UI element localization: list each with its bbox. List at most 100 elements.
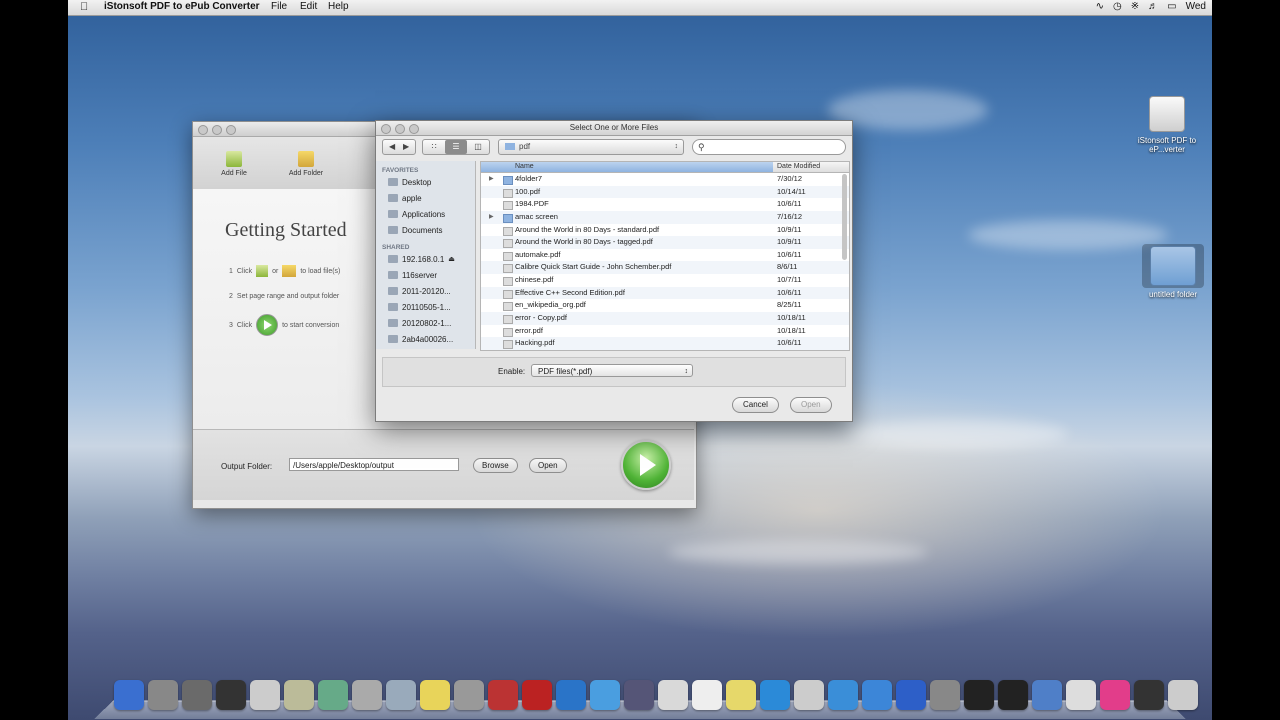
file-row[interactable]: Calibre Quick Start Guide - John Schembe…: [481, 261, 849, 275]
file-row[interactable]: automake.pdf 10/6/11: [481, 249, 849, 262]
sidebar-item-label: 2ab4a00026...: [402, 334, 454, 344]
dashboard-icon[interactable]: [216, 680, 246, 710]
automator-icon[interactable]: [454, 680, 484, 710]
disclosure-triangle-icon[interactable]: ▶: [489, 211, 494, 224]
notes-icon[interactable]: [726, 680, 756, 710]
messages-icon[interactable]: [590, 680, 620, 710]
file-row[interactable]: Around the World in 80 Days - tagged.pdf…: [481, 236, 849, 249]
winner-icon[interactable]: [1134, 680, 1164, 710]
file-row[interactable]: 1984.PDF 10/6/11: [481, 198, 849, 211]
app-icon[interactable]: [1100, 680, 1130, 710]
preview2-icon[interactable]: [794, 680, 824, 710]
sidebar-item-apple[interactable]: apple: [376, 190, 475, 206]
minimize-icon[interactable]: [212, 125, 222, 135]
location-popup[interactable]: pdf ↕: [498, 139, 684, 155]
safari-icon[interactable]: [828, 680, 858, 710]
zoom-icon[interactable]: [226, 125, 236, 135]
sidebar-item-documents[interactable]: Documents: [376, 222, 475, 238]
photo-icon[interactable]: [318, 680, 348, 710]
open-folder-button[interactable]: Open: [529, 458, 567, 473]
preview-icon[interactable]: [386, 680, 416, 710]
convert-play-button[interactable]: [621, 440, 671, 490]
sidebar-item-applications[interactable]: Applications: [376, 206, 475, 222]
menu-help[interactable]: Help: [328, 1, 349, 12]
disclosure-triangle-icon[interactable]: ▶: [489, 173, 494, 186]
desktop-folder[interactable]: untitled folder: [1142, 244, 1204, 299]
open-button[interactable]: Open: [790, 397, 832, 413]
calendar-icon[interactable]: [658, 680, 688, 710]
back-forward-buttons[interactable]: ◀ ▶: [382, 139, 416, 155]
sidebar-item-shared-3[interactable]: 2011-20120...: [376, 283, 475, 299]
search-field[interactable]: ⚲: [692, 139, 846, 155]
sidebar-item-shared-4[interactable]: 20110505-1...: [376, 299, 475, 315]
cancel-button[interactable]: Cancel: [732, 397, 779, 413]
mission-control-icon[interactable]: [182, 680, 212, 710]
column-view-icon[interactable]: ◫: [467, 140, 489, 154]
menu-edit[interactable]: Edit: [300, 1, 317, 12]
battery-icon[interactable]: ▭: [1167, 1, 1176, 12]
file-row[interactable]: Hacking.pdf 10/6/11: [481, 337, 849, 350]
finder-icon[interactable]: [114, 680, 144, 710]
utility-icon[interactable]: [250, 680, 280, 710]
volume-icon[interactable]: ♬: [1148, 1, 1158, 12]
xcode-icon[interactable]: [1032, 680, 1062, 710]
itunes-icon[interactable]: [896, 680, 926, 710]
date-column-header[interactable]: Date Modified: [777, 162, 820, 172]
terminal-icon[interactable]: [964, 680, 994, 710]
add-folder-button[interactable]: Add Folder: [281, 151, 331, 177]
file-row[interactable]: error.pdf 10/18/11: [481, 325, 849, 338]
back-arrow-icon[interactable]: ◀: [389, 140, 395, 154]
appstore-icon[interactable]: [862, 680, 892, 710]
bluetooth-icon[interactable]: ※: [1131, 1, 1139, 12]
add-file-button[interactable]: Add File: [209, 151, 259, 177]
clock[interactable]: Wed: [1186, 1, 1206, 12]
sidebar-item-shared-5[interactable]: 20120802-1...: [376, 315, 475, 331]
wifi-icon[interactable]: ∿: [1096, 1, 1104, 12]
system-prefs-icon[interactable]: [930, 680, 960, 710]
file-row[interactable]: ▶ 4folder7 7/30/12: [481, 173, 849, 186]
eject-icon[interactable]: ⏏: [448, 255, 455, 263]
file-row[interactable]: Around the World in 80 Days - standard.p…: [481, 224, 849, 237]
photobooth-icon[interactable]: [522, 680, 552, 710]
file-list-scrollbar[interactable]: [842, 174, 847, 260]
forward-arrow-icon[interactable]: ▶: [403, 140, 409, 154]
file-row[interactable]: Effective C++ Second Edition.pdf 10/6/11: [481, 286, 849, 300]
file-row[interactable]: en_wikipedia_org.pdf 8/25/11: [481, 299, 849, 312]
network-icon[interactable]: [760, 680, 790, 710]
facetime-icon[interactable]: [624, 680, 654, 710]
textedit-icon[interactable]: [692, 680, 722, 710]
sidebar-item-shared-2[interactable]: 116server: [376, 267, 475, 283]
sidebar-item-desktop[interactable]: Desktop: [376, 174, 475, 190]
icon-view-icon[interactable]: ∷: [423, 140, 445, 154]
name-column-header[interactable]: Name: [481, 162, 773, 172]
output-folder-field[interactable]: /Users/apple/Desktop/output: [289, 458, 459, 471]
help-icon[interactable]: [352, 680, 382, 710]
istonsoft-icon[interactable]: [1168, 680, 1198, 710]
file-row[interactable]: error - Copy.pdf 10/18/11: [481, 312, 849, 325]
browse-button[interactable]: Browse: [473, 458, 518, 473]
desktop-drive[interactable]: iStonsoft PDF to eP...verter: [1136, 96, 1198, 154]
stickies-icon[interactable]: [420, 680, 450, 710]
star-icon[interactable]: [284, 680, 314, 710]
menu-file[interactable]: File: [271, 1, 287, 12]
file-row[interactable]: ▶ amac screen 7/16/12: [481, 210, 849, 224]
file-row[interactable]: chinese.pdf 10/7/11: [481, 274, 849, 287]
file-row[interactable]: 100.pdf 10/14/11: [481, 185, 849, 199]
step-2-text: Set page range and output folder: [236, 293, 340, 300]
sidebar-item-shared-1[interactable]: 192.168.0.1 ⏏: [376, 251, 475, 267]
server-icon: [388, 319, 398, 327]
apple-icon[interactable]: : [80, 1, 88, 13]
app-menu[interactable]: iStonsoft PDF to ePub Converter: [104, 1, 260, 12]
dictionary-icon[interactable]: [488, 680, 518, 710]
close-icon[interactable]: [198, 125, 208, 135]
list-view-icon[interactable]: ☰: [445, 140, 467, 154]
add-file-small-icon: [256, 265, 269, 277]
activity-monitor-icon[interactable]: [998, 680, 1028, 710]
quicktime-icon[interactable]: [556, 680, 586, 710]
pdf-icon[interactable]: [1066, 680, 1096, 710]
sidebar-item-shared-6[interactable]: 2ab4a00026...: [376, 331, 475, 347]
file-type-select[interactable]: PDF files(*.pdf) ↕: [531, 364, 693, 377]
time-machine-icon[interactable]: ◷: [1113, 1, 1122, 12]
launchpad-icon[interactable]: [148, 680, 178, 710]
file-name: automake.pdf: [515, 249, 561, 259]
